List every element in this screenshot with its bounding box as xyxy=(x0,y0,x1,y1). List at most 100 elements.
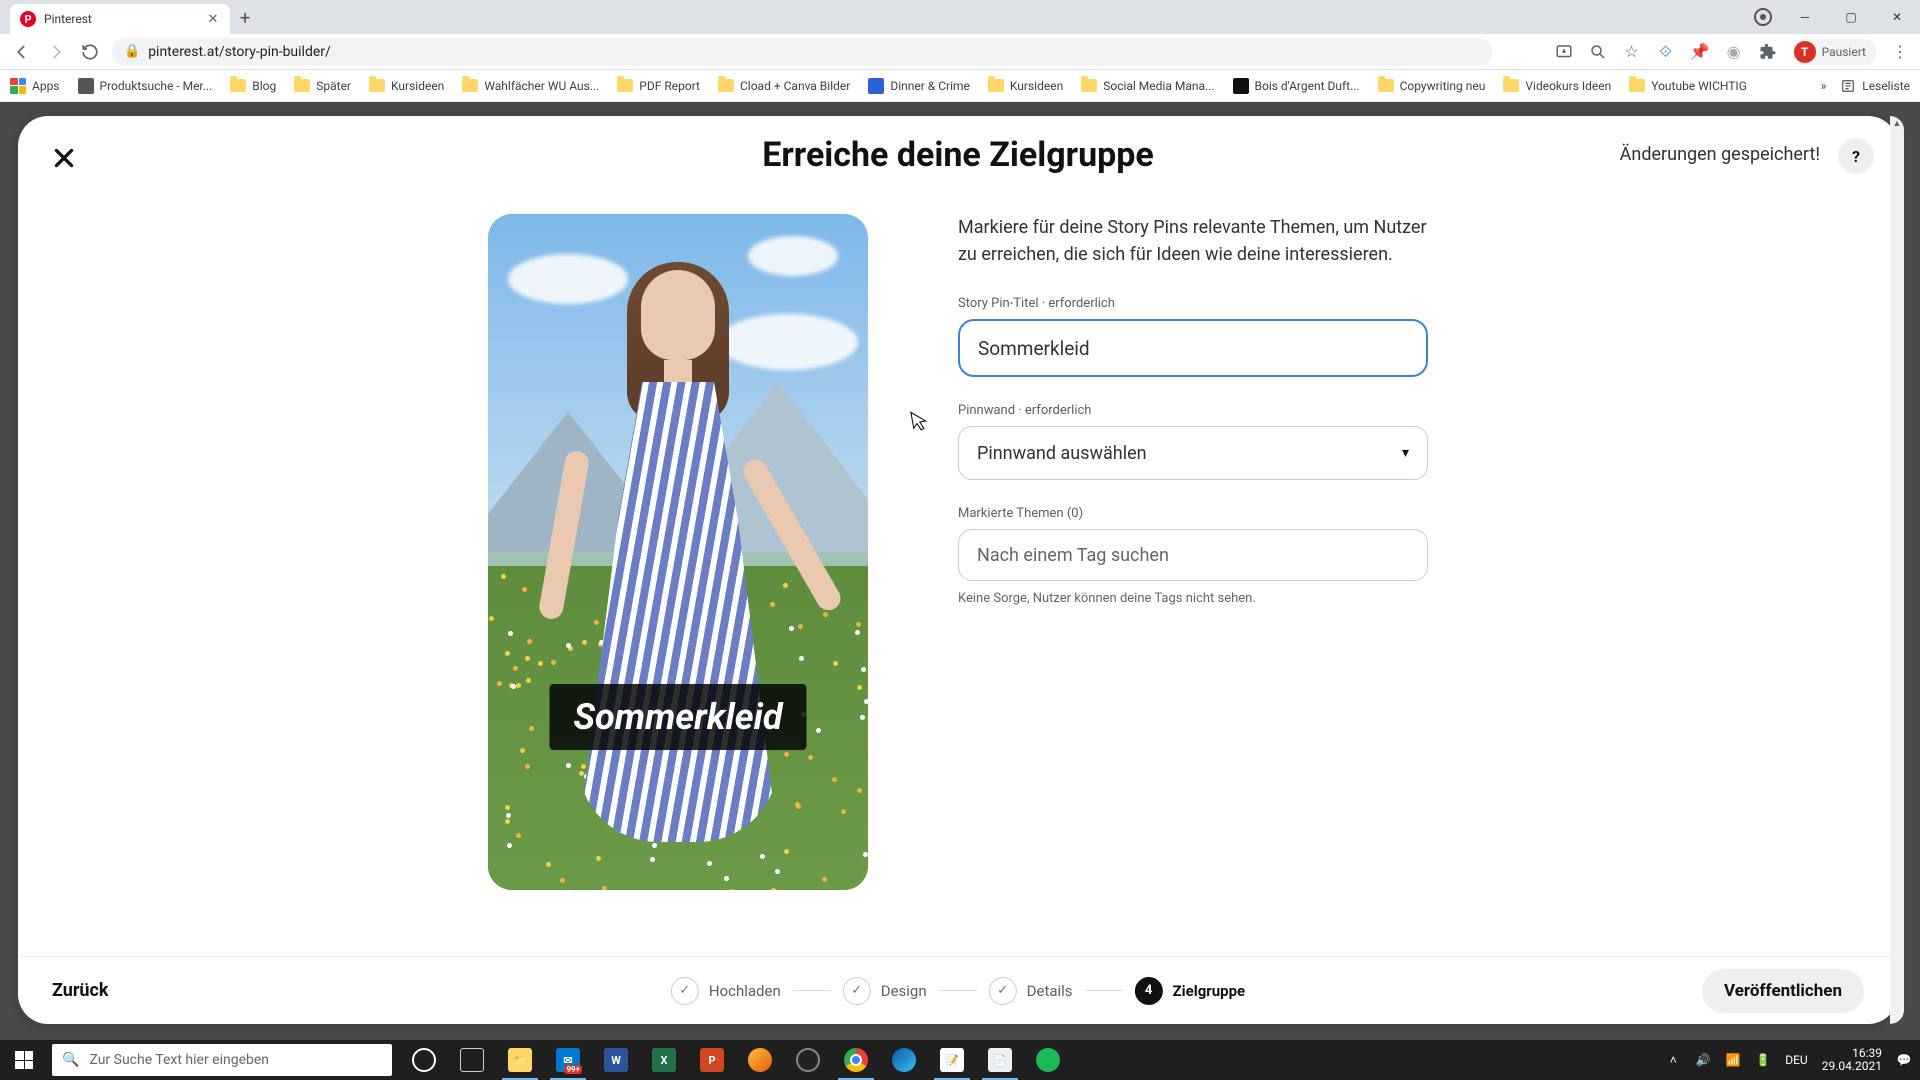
url-box[interactable]: 🔒 pinterest.at/story-pin-builder/ xyxy=(112,38,1492,66)
language-indicator[interactable]: DEU xyxy=(1785,1052,1807,1068)
step-audience[interactable]: 4 Zielgruppe xyxy=(1135,977,1246,1005)
taskbar-search[interactable]: 🔍 Zur Suche Text hier eingeben xyxy=(52,1044,392,1076)
bookmark-item[interactable]: Bois d'Argent Duft... xyxy=(1233,78,1360,94)
install-app-icon[interactable] xyxy=(1554,42,1574,62)
profile-state-label: Pausiert xyxy=(1822,45,1866,59)
close-tab-icon[interactable]: ✕ xyxy=(206,12,220,26)
bookmark-item[interactable]: Copywriting neu xyxy=(1378,79,1486,93)
bookmark-item[interactable]: Cload + Canva Bilder xyxy=(718,79,850,93)
bookmark-label: Produktsuche - Mer... xyxy=(100,79,213,93)
bookmark-item[interactable]: Youtube WICHTIG xyxy=(1629,79,1747,93)
start-button[interactable] xyxy=(0,1040,48,1080)
step-label: Zielgruppe xyxy=(1173,982,1246,1000)
extension-grey-icon[interactable]: ◉ xyxy=(1724,42,1744,62)
tags-hint: Keine Sorge, Nutzer können deine Tags ni… xyxy=(958,591,1428,606)
battery-icon[interactable]: 🔋 xyxy=(1755,1052,1771,1068)
page-favicon-icon xyxy=(78,78,94,94)
zoom-icon[interactable] xyxy=(1588,42,1608,62)
reading-list-button[interactable]: Leseliste xyxy=(1840,78,1910,94)
tags-input[interactable] xyxy=(977,545,1409,566)
bookmark-label: Bois d'Argent Duft... xyxy=(1255,79,1360,93)
word-icon[interactable]: W xyxy=(592,1040,640,1080)
close-modal-button[interactable] xyxy=(46,140,82,176)
bookmark-item[interactable]: Später xyxy=(294,79,351,93)
bookmark-item[interactable]: Dinner & Crime xyxy=(868,78,970,94)
taskbar-clock[interactable]: 16:39 29.04.2021 xyxy=(1822,1047,1882,1073)
chrome-icon[interactable] xyxy=(832,1040,880,1080)
task-view-icon[interactable] xyxy=(448,1040,496,1080)
folder-icon xyxy=(617,79,633,92)
bookmarks-chevron-icon[interactable]: » xyxy=(1821,79,1827,93)
lock-icon: 🔒 xyxy=(124,44,140,59)
address-bar-actions: ☆ ⟐ 📌 ◉ T Pausiert ⋮ xyxy=(1554,39,1910,65)
folder-icon xyxy=(1378,79,1394,92)
bookmarks-bar: Apps Produktsuche - Mer... Blog Später Kurs… xyxy=(0,70,1920,102)
bookmark-item[interactable]: Videokurs Ideen xyxy=(1503,79,1611,93)
profile-avatar-icon: T xyxy=(1794,41,1816,63)
chevron-down-icon: ▾ xyxy=(1402,445,1409,461)
app-brown-icon[interactable] xyxy=(736,1040,784,1080)
search-icon: 🔍 xyxy=(62,1052,79,1068)
story-pin-modal: Erreiche deine Zielgruppe Änderungen ges… xyxy=(18,116,1898,1024)
cortana-icon[interactable] xyxy=(400,1040,448,1080)
step-design[interactable]: ✓ Design xyxy=(843,977,927,1005)
board-select[interactable]: Pinnwand auswählen ▾ xyxy=(958,426,1428,480)
modal-header: Erreiche deine Zielgruppe Änderungen ges… xyxy=(18,116,1898,194)
notes-icon[interactable]: 📄 xyxy=(976,1040,1024,1080)
bookmark-item[interactable]: Social Media Mana... xyxy=(1081,79,1214,93)
extension-pin-icon[interactable]: 📌 xyxy=(1690,42,1710,62)
bookmark-label: Dinner & Crime xyxy=(890,79,970,93)
browser-tab[interactable]: P Pinterest ✕ xyxy=(10,4,230,34)
reload-button[interactable] xyxy=(78,40,102,64)
excel-icon[interactable]: X xyxy=(640,1040,688,1080)
step-details[interactable]: ✓ Details xyxy=(989,977,1073,1005)
edge-icon[interactable] xyxy=(880,1040,928,1080)
powerpoint-icon[interactable]: P xyxy=(688,1040,736,1080)
mail-app-icon[interactable]: ✉99+ xyxy=(544,1040,592,1080)
bookmark-label: Wahlfächer WU Aus... xyxy=(484,79,599,93)
wifi-icon[interactable]: 📶 xyxy=(1725,1052,1741,1068)
modal-scrollbar[interactable]: ▲ xyxy=(1890,116,1904,1024)
page-favicon-icon xyxy=(1233,78,1249,94)
reading-list-label: Leseliste xyxy=(1862,79,1910,93)
tray-chevron-up-icon[interactable]: ˄ xyxy=(1665,1052,1681,1068)
scroll-up-icon[interactable]: ▲ xyxy=(1890,116,1904,130)
profile-menu[interactable]: T Pausiert xyxy=(1792,39,1876,65)
bookmark-item[interactable]: Wahlfächer WU Aus... xyxy=(462,79,599,93)
apps-button[interactable]: Apps xyxy=(10,78,60,94)
maximize-button[interactable]: ▢ xyxy=(1828,0,1874,34)
pinterest-favicon-icon: P xyxy=(20,11,36,27)
extensions-puzzle-icon[interactable] xyxy=(1758,42,1778,62)
bookmark-label: PDF Report xyxy=(639,79,700,93)
bookmark-item[interactable]: Blog xyxy=(230,79,276,93)
close-window-button[interactable]: ✕ xyxy=(1874,0,1920,34)
obs-icon[interactable] xyxy=(784,1040,832,1080)
title-input[interactable] xyxy=(958,319,1428,377)
reader-icon[interactable]: ⟐ xyxy=(1656,42,1676,62)
step-check-icon: ✓ xyxy=(843,977,871,1005)
notepad-icon[interactable]: 📝 xyxy=(928,1040,976,1080)
tags-input-wrapper[interactable] xyxy=(958,529,1428,581)
publish-button[interactable]: Veröffentlichen xyxy=(1702,969,1864,1013)
bookmark-label: Videokurs Ideen xyxy=(1525,79,1611,93)
bookmark-item[interactable]: PDF Report xyxy=(617,79,700,93)
notifications-icon[interactable]: 💬 xyxy=(1896,1052,1912,1068)
bookmark-item[interactable]: Kursideen xyxy=(988,79,1063,93)
bookmark-item[interactable]: Kursideen xyxy=(369,79,444,93)
bookmark-item[interactable]: Produktsuche - Mer... xyxy=(78,78,213,94)
minimize-button[interactable]: ─ xyxy=(1782,0,1828,34)
file-explorer-icon[interactable]: 📁 xyxy=(496,1040,544,1080)
spotify-icon[interactable] xyxy=(1024,1040,1072,1080)
bookmark-label: Social Media Mana... xyxy=(1103,79,1214,93)
step-upload[interactable]: ✓ Hochladen xyxy=(671,977,781,1005)
forward-button[interactable] xyxy=(44,40,68,64)
back-button-footer[interactable]: Zurück xyxy=(52,980,109,1001)
step-label: Hochladen xyxy=(709,982,781,1000)
back-button[interactable] xyxy=(10,40,34,64)
help-button[interactable]: ? xyxy=(1838,138,1874,174)
bookmark-star-icon[interactable]: ☆ xyxy=(1622,42,1642,62)
kebab-menu-icon[interactable]: ⋮ xyxy=(1890,42,1910,62)
new-tab-button[interactable]: + xyxy=(240,8,250,29)
volume-icon[interactable]: 🔊 xyxy=(1695,1052,1711,1068)
account-indicator-icon[interactable] xyxy=(1754,8,1772,26)
